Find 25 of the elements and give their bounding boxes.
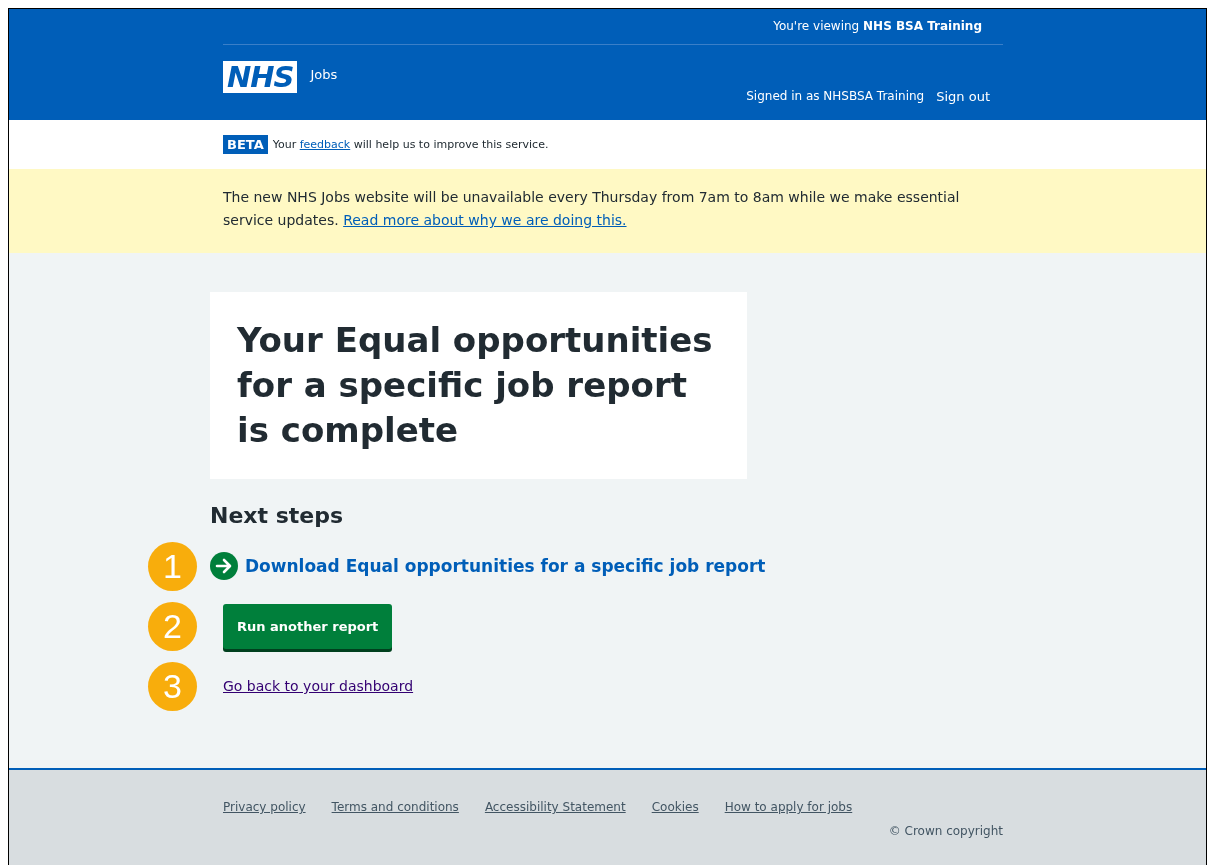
footer-link[interactable]: Privacy policy <box>223 800 306 814</box>
feedback-link[interactable]: feedback <box>299 138 351 151</box>
service-name: Jobs <box>310 67 338 82</box>
footer-link[interactable]: Cookies <box>651 800 699 814</box>
step-marker: 2 <box>148 601 197 651</box>
footer-link[interactable]: Accessibility Statement <box>484 800 626 814</box>
panel-title: Your Equal opportunities for a specific job report is complete <box>237 319 714 452</box>
next-steps-heading: Next steps <box>210 502 345 530</box>
footer-link[interactable]: Terms and conditions <box>331 800 459 814</box>
read-more-link[interactable]: Read more about why we are doing this. <box>343 212 627 228</box>
dashboard-link[interactable]: Go back to your dashboard <box>223 678 414 694</box>
step-marker: 1 <box>148 541 197 591</box>
beta-tag: BETA <box>223 135 268 154</box>
viewing-organisation: You're viewing NHS BSA Training <box>773 18 982 35</box>
feedback-message: Your feedback will help us to improve this service. <box>272 138 549 151</box>
nhs-logo[interactable]: NHS <box>223 61 298 93</box>
arrow-right-icon <box>210 552 238 580</box>
footer-link[interactable]: How to apply for jobs <box>724 800 853 814</box>
step-marker: 3 <box>148 661 197 711</box>
sign-out-link[interactable]: Sign out <box>936 89 990 104</box>
download-report-link[interactable]: Download Equal opportunities for a specific job report <box>245 556 766 576</box>
service-notice: The new NHS Jobs website will be unavailable every Thursday from 7am to 8am while we make essential service updates. Read more about why we are doing this. <box>223 188 961 230</box>
signed-in-text: Signed in as NHSBSA Training <box>746 89 925 104</box>
run-report-button[interactable]: Run another report <box>223 603 393 649</box>
copyright: © Crown copyright <box>888 824 1003 838</box>
